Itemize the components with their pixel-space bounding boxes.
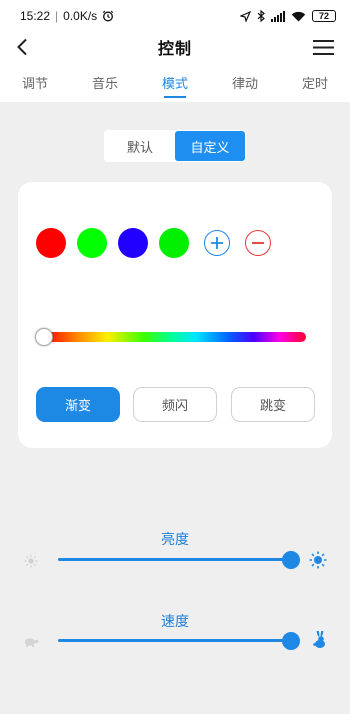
status-left: 15:22 | 0.0K/s <box>20 9 114 23</box>
menu-button[interactable] <box>312 37 334 57</box>
app-header: 控制 <box>0 32 350 62</box>
turtle-icon <box>22 633 40 651</box>
remove-color-button[interactable] <box>245 230 271 256</box>
color-swatch-4[interactable] <box>159 228 189 258</box>
spectrum-slider-thumb[interactable] <box>35 328 53 346</box>
jump-mode-button[interactable]: 跳变 <box>231 387 315 422</box>
default-segment-button[interactable]: 默认 <box>105 131 175 161</box>
alarm-icon <box>102 10 114 22</box>
rabbit-icon <box>311 631 329 649</box>
mode-source-segment: 默认 自定义 <box>104 130 246 162</box>
tab-label: 模式 <box>161 75 188 91</box>
color-spectrum-slider[interactable] <box>44 332 306 342</box>
tab-label: 调节 <box>21 75 48 91</box>
back-button[interactable] <box>12 36 32 58</box>
status-time: 15:22 <box>20 9 51 23</box>
location-icon <box>240 10 251 22</box>
status-bar: 15:22 | 0.0K/s 72 <box>0 0 350 32</box>
brightness-slider-thumb[interactable] <box>282 551 300 569</box>
bluetooth-icon <box>257 10 265 22</box>
speed-slider-track[interactable] <box>58 639 291 642</box>
signal-icon <box>271 10 285 22</box>
color-swatch-3[interactable] <box>118 228 148 258</box>
tab-label: 律动 <box>231 75 258 91</box>
gradient-mode-button[interactable]: 渐变 <box>36 387 120 422</box>
tab-mode[interactable]: 模式 <box>140 62 210 102</box>
brightness-label: 亮度 <box>161 531 189 547</box>
chevron-left-icon <box>16 38 28 56</box>
speed-label: 速度 <box>161 613 189 629</box>
dim-sun-icon <box>22 552 40 570</box>
custom-segment-button[interactable]: 自定义 <box>175 131 245 161</box>
tab-rhythm[interactable]: 律动 <box>210 62 280 102</box>
tab-music[interactable]: 音乐 <box>70 62 140 102</box>
tab-bar: 调节 音乐 模式 律动 定时 <box>0 62 350 102</box>
plus-icon <box>210 236 224 250</box>
color-swatch-1[interactable] <box>36 228 66 258</box>
tab-label: 音乐 <box>91 75 118 91</box>
hamburger-menu-icon <box>312 39 334 56</box>
tab-timer[interactable]: 定时 <box>280 62 350 102</box>
color-swatch-2[interactable] <box>77 228 107 258</box>
status-right: 72 <box>240 10 336 22</box>
page-title: 控制 <box>157 41 192 58</box>
wifi-icon <box>291 11 306 22</box>
status-separator: | <box>55 9 59 23</box>
custom-color-card: 渐变 频闪 跳变 <box>18 182 332 448</box>
add-color-button[interactable] <box>204 230 230 256</box>
tab-label: 定时 <box>301 75 328 91</box>
active-tab-indicator <box>164 96 186 98</box>
minus-icon <box>251 236 265 250</box>
network-speed: 0.0K/s <box>63 9 98 23</box>
bright-sun-icon <box>309 551 327 569</box>
brightness-slider-track[interactable] <box>58 558 291 561</box>
speed-slider-thumb[interactable] <box>282 632 300 650</box>
tab-adjust[interactable]: 调节 <box>0 62 70 102</box>
battery-indicator: 72 <box>312 10 336 22</box>
flash-mode-button[interactable]: 频闪 <box>133 387 217 422</box>
